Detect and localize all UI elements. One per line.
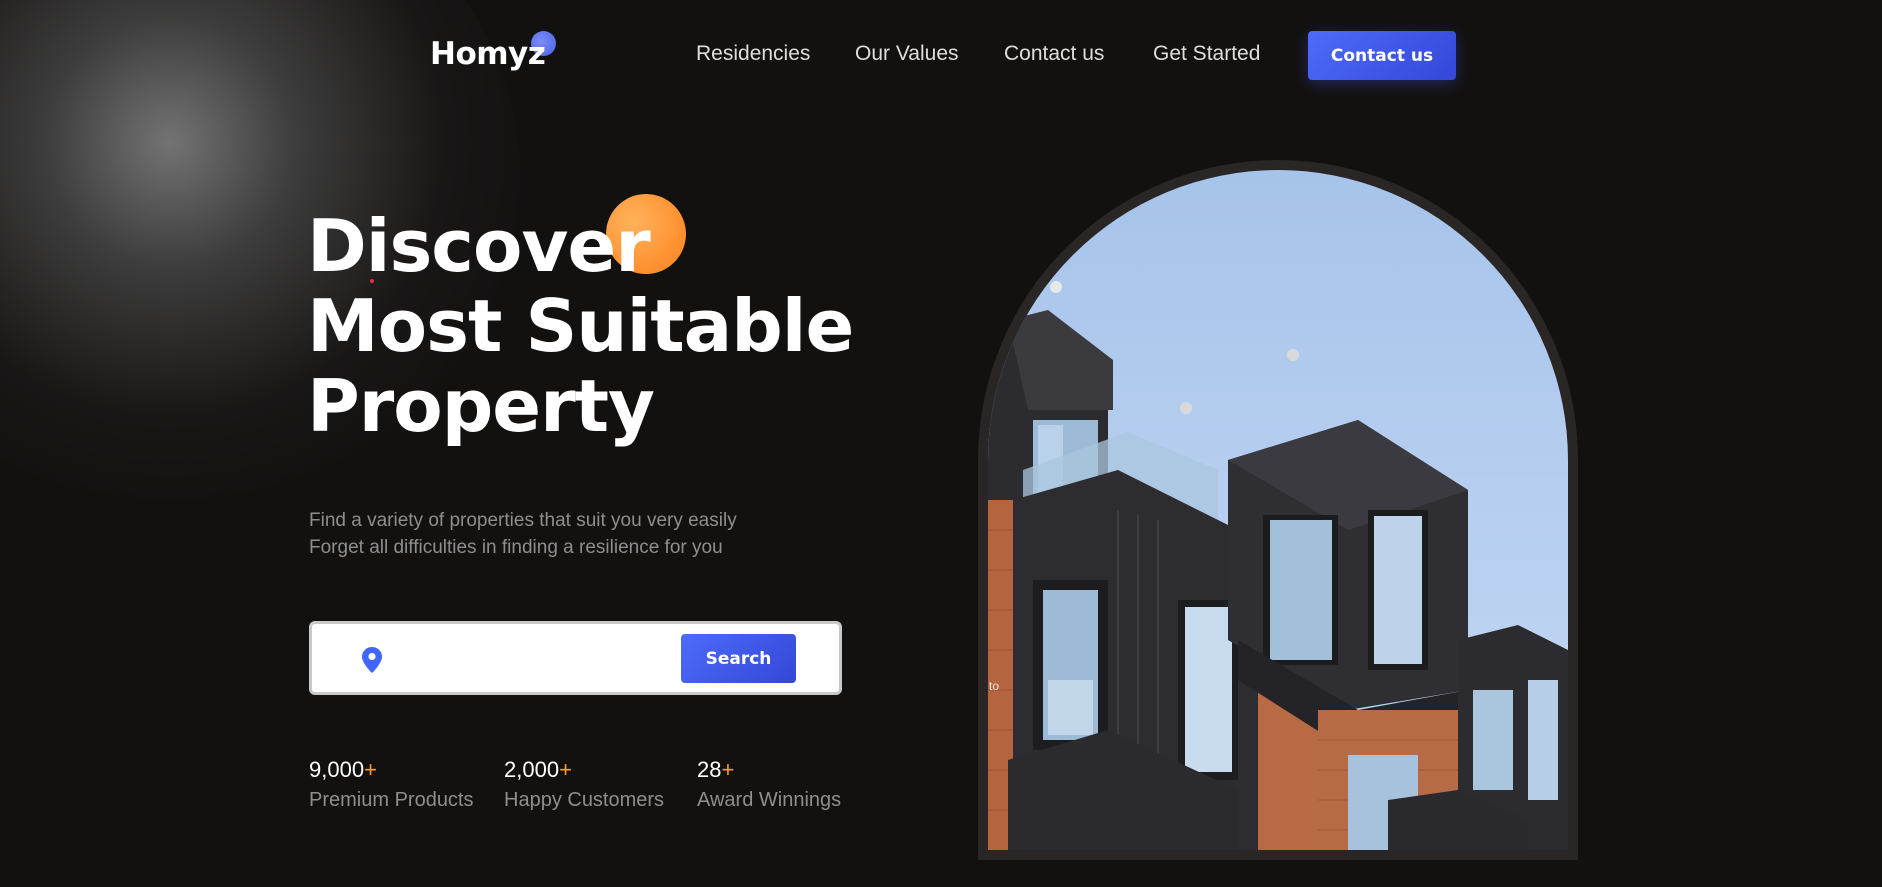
stat-plus: + [364, 757, 377, 782]
nav-item-our-values[interactable]: Our Values [855, 42, 959, 66]
contact-us-button[interactable]: Contact us [1308, 31, 1456, 80]
stat-label: Happy Customers [504, 789, 665, 811]
building-illustration [988, 281, 1568, 850]
hero-title: Discover Most Suitable Property [307, 204, 854, 448]
nav-item-residencies[interactable]: Residencies [696, 42, 810, 66]
stat-plus: + [559, 757, 572, 782]
stat-label: Premium Products [309, 789, 474, 811]
hero-subtitle-line-1: Find a variety of properties that suit y… [309, 510, 737, 531]
hero-title-line-1: Discover [307, 204, 651, 288]
nav-item-contact-us[interactable]: Contact us [1004, 42, 1104, 66]
search-button[interactable]: Search [681, 634, 796, 683]
stat-value: 2,000+ [504, 757, 572, 782]
hero-subtitle-line-2: Forget all difficulties in finding a res… [309, 537, 723, 558]
search-input[interactable] [402, 638, 662, 678]
stat-award-winnings: 28+ Award Winnings [697, 757, 841, 812]
search-bar: Search [309, 621, 842, 695]
stat-value: 9,000+ [309, 757, 377, 782]
stat-happy-customers: 2,000+ Happy Customers [504, 757, 664, 812]
hero-image [988, 170, 1568, 850]
red-dot-decoration [370, 279, 374, 283]
stat-premium-products: 9,000+ Premium Products [309, 757, 474, 812]
image-caption: to [989, 679, 1000, 693]
stat-value: 28+ [697, 757, 735, 782]
stat-plus: + [721, 757, 735, 782]
hero-subtitle: Find a variety of properties that suit y… [309, 507, 737, 561]
page: Homyz Residencies Our Values Contact us … [0, 0, 1882, 887]
hero-title-line-2: Most Suitable [307, 284, 854, 368]
stat-label: Award Winnings [697, 789, 842, 811]
hero-title-line-3: Property [307, 364, 655, 448]
location-pin-icon [362, 647, 382, 673]
logo[interactable]: Homyz [430, 36, 546, 72]
nav-item-get-started[interactable]: Get Started [1153, 42, 1260, 66]
